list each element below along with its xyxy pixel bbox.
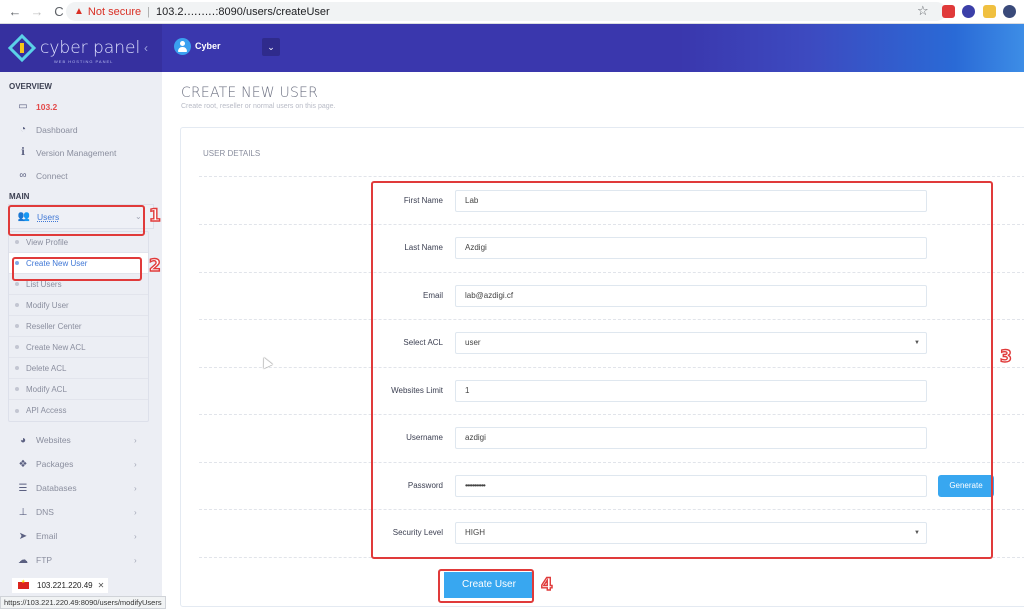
- sidebar-item-label: Version Management: [36, 147, 117, 158]
- brand[interactable]: cyber panel WEB HOSTING PANEL ‹: [0, 24, 162, 72]
- divider: [199, 176, 1024, 177]
- page-subtitle: Create root, reseller or normal users on…: [181, 103, 336, 110]
- cloud-upload-icon: ☁: [18, 554, 28, 566]
- sidebar-item-version-management[interactable]: i Version Management: [0, 141, 162, 164]
- annotation-number-1: 1: [148, 205, 161, 226]
- info-icon: i: [21, 147, 25, 158]
- sitemap-icon: ⊥: [18, 506, 28, 518]
- sidebar-item-label: Databases: [36, 483, 77, 493]
- sidebar-item-label: DNS: [36, 507, 54, 517]
- chevron-right-icon: ›: [134, 555, 137, 565]
- sidebar-item-label: Packages: [36, 459, 74, 469]
- submenu-label: Create New ACL: [26, 342, 86, 352]
- laptop-icon: ▭: [18, 101, 28, 112]
- sidebar-item-label: FTP: [36, 555, 53, 565]
- sidebar-item-connect[interactable]: ∞ Connect: [0, 164, 162, 187]
- sidebar: cyber panel WEB HOSTING PANEL ‹ OVERVIEW…: [0, 24, 162, 609]
- page-title: CREATE NEW USER: [181, 85, 319, 101]
- sidebar-item-label: Email: [36, 531, 58, 541]
- annotation-box-create-button: [438, 569, 534, 603]
- sidebar-collapse-icon[interactable]: ‹: [144, 41, 148, 55]
- section-main: MAIN: [9, 192, 30, 201]
- chevron-right-icon: ›: [134, 435, 137, 445]
- vietnam-flag-icon: [18, 579, 29, 589]
- chevron-right-icon: ›: [134, 507, 137, 517]
- sidebar-item-databases[interactable]: ☰ Databases ›: [0, 476, 162, 500]
- extension-icon-2[interactable]: [962, 5, 975, 18]
- annotation-number-4: 4: [540, 574, 553, 595]
- section-overview: OVERVIEW: [9, 82, 52, 91]
- sidebar-item-label: Dashboard: [36, 124, 78, 135]
- bullet-icon: [15, 408, 19, 413]
- warning-icon: ▲: [74, 6, 84, 17]
- address-bar[interactable]: ▲ Not secure | 103.2․․.․․․.․․:8090/users…: [66, 2, 946, 21]
- bullet-icon: [15, 324, 19, 328]
- bullet-icon: [15, 282, 19, 286]
- forward-button[interactable]: →: [26, 4, 48, 19]
- link-icon: ∞: [19, 170, 27, 181]
- submenu-modify-acl[interactable]: Modify ACL: [9, 379, 148, 400]
- panel-title: USER DETAILS: [203, 149, 261, 158]
- submenu-delete-acl[interactable]: Delete ACL: [9, 358, 148, 379]
- extension-icon-1[interactable]: [942, 5, 955, 18]
- bullet-icon: [15, 345, 19, 349]
- user-dropdown-button[interactable]: ⌄: [262, 38, 280, 56]
- submenu-label: Modify User: [26, 300, 69, 310]
- annotation-number-2: 2: [148, 255, 161, 276]
- bullet-icon: [15, 303, 19, 307]
- packages-icon: ❖: [18, 458, 28, 470]
- submenu-label: Reseller Center: [26, 321, 82, 331]
- top-header: Cyber ⌄: [162, 24, 1024, 72]
- not-secure-label[interactable]: Not secure: [88, 6, 141, 18]
- sidebar-item-server-ip[interactable]: ▭ 103.2: [0, 95, 162, 118]
- tab-chip-title: 103.221.220.49: [37, 581, 93, 590]
- brand-name: cyber panel: [40, 37, 141, 58]
- chevron-right-icon: ›: [134, 459, 137, 469]
- sidebar-item-ftp[interactable]: ☁ FTP ›: [0, 548, 162, 572]
- server-ip-label: 103.2: [36, 101, 58, 112]
- dashboard-icon: ◔: [19, 124, 27, 135]
- sidebar-item-packages[interactable]: ❖ Packages ›: [0, 452, 162, 476]
- sidebar-item-email[interactable]: ➤ Email ›: [0, 524, 162, 548]
- database-icon: ☰: [18, 482, 28, 494]
- bookmark-star-icon[interactable]: ☆: [917, 3, 929, 19]
- submenu-create-new-acl[interactable]: Create New ACL: [9, 337, 148, 358]
- status-bar-url: https://103.221.220.49:8090/users/modify…: [0, 596, 166, 609]
- user-name[interactable]: Cyber: [195, 41, 221, 51]
- annotation-box-create-new-user: [12, 257, 142, 281]
- sidebar-item-label: Websites: [36, 435, 71, 445]
- back-button[interactable]: ←: [4, 4, 26, 19]
- lock-extension-icon[interactable]: [983, 5, 996, 18]
- user-avatar-icon[interactable]: [174, 38, 191, 55]
- close-icon[interactable]: ✕: [98, 581, 105, 590]
- annotation-box-form: [371, 181, 993, 559]
- globe-icon: ◕: [19, 434, 27, 446]
- submenu-reseller-center[interactable]: Reseller Center: [9, 316, 148, 337]
- url-text[interactable]: 103.2․․.․․․.․․:8090/users/createUser: [156, 5, 330, 18]
- bullet-icon: [15, 366, 19, 370]
- submenu-label: View Profile: [26, 237, 69, 247]
- cyberpanel-logo-icon: [7, 33, 37, 63]
- submenu-modify-user[interactable]: Modify User: [9, 295, 148, 316]
- submenu-api-access[interactable]: API Access: [9, 400, 148, 421]
- annotation-box-users: [8, 205, 145, 236]
- chevron-right-icon: ›: [134, 531, 137, 541]
- browser-toolbar: ← → C ▲ Not secure | 103.2․․.․․․.․․:8090…: [0, 0, 1024, 24]
- paper-plane-icon: ➤: [18, 530, 28, 542]
- submenu-label: Modify ACL: [26, 384, 67, 394]
- submenu-label: Delete ACL: [26, 363, 67, 373]
- annotation-number-3: 3: [999, 346, 1012, 367]
- submenu-label: API Access: [26, 406, 67, 415]
- chevron-right-icon: ›: [134, 483, 137, 493]
- sidebar-item-dns[interactable]: ⊥ DNS ›: [0, 500, 162, 524]
- bullet-icon: [15, 240, 19, 244]
- profile-avatar-icon[interactable]: [1003, 5, 1016, 18]
- browser-tab-chip[interactable]: 103.221.220.49 ✕: [12, 578, 108, 593]
- brand-tagline: WEB HOSTING PANEL: [54, 59, 114, 64]
- omnibox-divider: |: [147, 5, 150, 18]
- sidebar-item-label: Connect: [36, 170, 68, 181]
- bullet-icon: [15, 387, 19, 391]
- sidebar-item-websites[interactable]: ◕ Websites ›: [0, 428, 162, 452]
- sidebar-item-dashboard[interactable]: ◔ Dashboard: [0, 118, 162, 141]
